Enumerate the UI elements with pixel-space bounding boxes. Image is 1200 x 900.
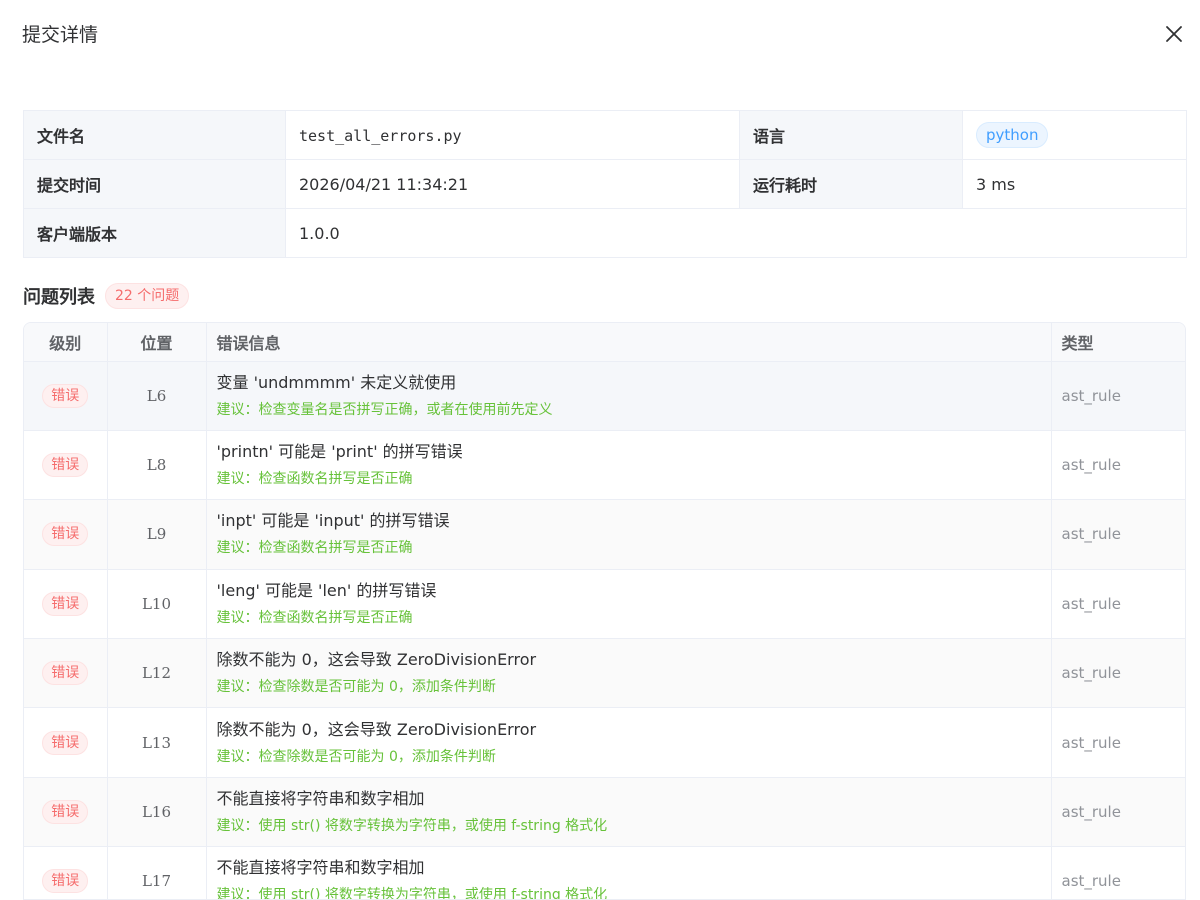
suggestion-text: 建议：检查变量名是否拼写正确，或者在使用前先定义 [216,401,553,418]
close-button[interactable] [1160,20,1188,48]
error-message: 除数不能为 0，这会导致 ZeroDivisionError [216,650,537,670]
position-cell: L16 [107,777,207,848]
suggestion-text: 建议：检查函数名拼写是否正确 [216,609,413,626]
position-cell: L8 [107,430,207,501]
suggestion-text: 建议：检查除数是否可能为 0，添加条件判断 [216,748,496,765]
position-cell: L10 [107,569,207,640]
type-cell: ast_rule [1051,846,1185,899]
suggestion-text: 建议：检查函数名拼写是否正确 [216,471,413,488]
issues-table-header: 级别 位置 错误信息 类型 [24,323,1185,362]
filename-value: test_all_errors.py [299,126,462,145]
error-message: 除数不能为 0，这会导致 ZeroDivisionError [216,719,537,739]
type-cell: ast_rule [1051,430,1185,501]
dialog-header: 提交详情 [0,0,1200,68]
table-row: 错误 L17 不能直接将字符串和数字相加建议：使用 str() 将数字转换为字符… [24,846,1185,900]
position-cell: L12 [107,638,207,709]
table-row: 错误 L6 变量 'undmmmm' 未定义就使用建议：检查变量名是否拼写正确，… [24,361,1185,431]
issue-count-badge: 22 个问题 [105,283,190,309]
error-message: 变量 'undmmmm' 未定义就使用 [216,372,457,392]
info-row-file: 文件名 test_all_errors.py 语言 python [23,110,1187,160]
issues-title: 问题列表 [23,287,95,308]
type-cell: ast_rule [1051,499,1185,570]
issues-table-container[interactable]: 级别 位置 错误信息 类型 错误 L6 变量 'undmmmm' 未定义就使用建… [23,322,1186,900]
level-tag: 错误 [42,869,89,894]
position-cell: L13 [107,707,207,778]
position-cell: L17 [107,846,207,899]
error-message: 不能直接将字符串和数字相加 [216,789,425,809]
language-tag: python [976,122,1049,148]
position-cell: L6 [107,361,207,431]
type-cell: ast_rule [1051,361,1185,431]
suggestion-text: 建议：检查函数名拼写是否正确 [216,540,413,557]
suggestion-text: 建议：使用 str() 将数字转换为字符串，或使用 f-string 格式化 [216,818,608,835]
submit-time-value: 2026/04/21 11:34:21 [285,159,740,209]
level-tag: 错误 [42,661,89,686]
table-row: 错误 L9 'inpt' 可能是 'input' 的拼写错误 建议：检查函数名拼写… [24,499,1185,570]
column-header-type: 类型 [1051,323,1185,362]
type-cell: ast_rule [1051,777,1185,848]
column-header-level: 级别 [24,323,108,362]
suggestion-text: 建议：使用 str() 将数字转换为字符串，或使用 f-string 格式化 [216,887,608,900]
table-row: 错误 L13 除数不能为 0，这会导致 ZeroDivisionError 建议：… [24,707,1185,778]
level-tag: 错误 [42,730,89,755]
error-message: 'inpt' 可能是 'input' 的拼写错误 [216,511,450,531]
level-tag: 错误 [42,383,89,408]
type-cell: ast_rule [1051,638,1185,709]
language-label: 语言 [739,110,963,160]
table-row: 错误 L8 'printn' 可能是 'print' 的拼写错误 建议：检查函数名… [24,430,1185,501]
error-message: 不能直接将字符串和数字相加 [216,858,425,878]
issues-header: 问题列表 22 个问题 [23,282,190,310]
submission-detail-dialog: 提交详情 文件名 test_all_errors.py 语言 python 提交… [0,0,1200,900]
submission-info-table: 文件名 test_all_errors.py 语言 python 提交时间 20… [23,110,1187,258]
duration-value: 3 ms [962,159,1187,209]
issues-table: 级别 位置 错误信息 类型 错误 L6 变量 'undmmmm' 未定义就使用建… [24,323,1185,900]
close-icon [1166,26,1182,42]
table-row: 错误 L10 'leng' 可能是 'len' 的拼写错误 建议：检查函数名拼写是… [24,569,1185,640]
client-version-value: 1.0.0 [285,208,1187,258]
table-row: 错误 L16 不能直接将字符串和数字相加建议：使用 str() 将数字转换为字符… [24,777,1185,848]
column-header-message: 错误信息 [206,323,1052,362]
filename-label: 文件名 [23,110,286,160]
level-tag: 错误 [42,800,89,825]
error-message: 'printn' 可能是 'print' 的拼写错误 [216,442,463,462]
info-row-version: 客户端版本 1.0.0 [23,208,1187,258]
client-version-label: 客户端版本 [23,208,286,258]
level-tag: 错误 [42,591,89,616]
column-header-position: 位置 [107,323,207,362]
type-cell: ast_rule [1051,707,1185,778]
submit-time-label: 提交时间 [23,159,286,209]
suggestion-text: 建议：检查除数是否可能为 0，添加条件判断 [216,679,496,696]
position-cell: L9 [107,499,207,570]
duration-label: 运行耗时 [739,159,963,209]
dialog-title: 提交详情 [22,24,99,46]
type-cell: ast_rule [1051,569,1185,640]
error-message: 'leng' 可能是 'len' 的拼写错误 [216,580,437,600]
table-row: 错误 L12 除数不能为 0，这会导致 ZeroDivisionError 建议：… [24,638,1185,709]
info-row-time: 提交时间 2026/04/21 11:34:21 运行耗时 3 ms [23,159,1187,209]
level-tag: 错误 [42,453,89,478]
level-tag: 错误 [42,522,89,547]
